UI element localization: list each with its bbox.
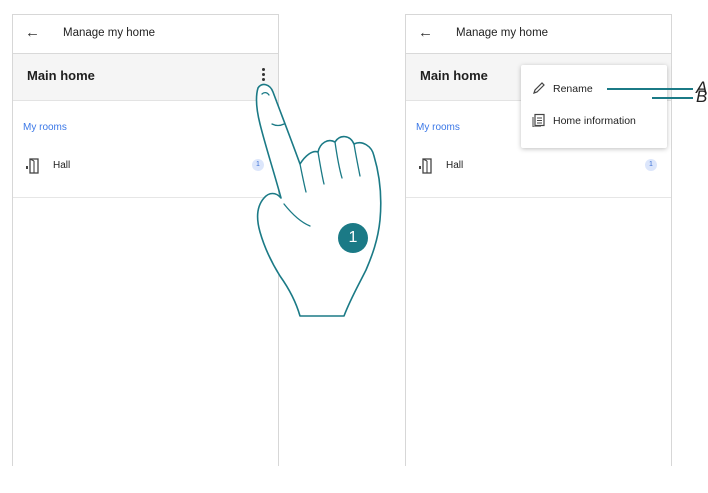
door-icon	[419, 158, 432, 174]
home-name: Main home	[27, 68, 95, 83]
home-information-menu-item[interactable]: Home information	[521, 106, 667, 136]
room-name: Hall	[446, 160, 464, 171]
top-app-bar: ← Manage my home	[406, 15, 671, 54]
left-screen: ← Manage my home Main home My rooms Hall…	[12, 14, 279, 466]
pointing-hand-illustration	[255, 83, 382, 317]
door-icon	[26, 158, 39, 174]
right-screen: ← Manage my home Main home My rooms Hall…	[405, 14, 672, 466]
my-rooms-label: My rooms	[23, 122, 67, 133]
document-icon	[532, 113, 545, 127]
back-arrow-icon[interactable]: ←	[418, 24, 433, 41]
room-row-hall[interactable]: Hall 1	[13, 137, 278, 198]
rename-label: Rename	[553, 83, 593, 95]
callout-line-b	[652, 97, 693, 99]
callout-label-b: B	[696, 87, 708, 106]
top-app-bar: ← Manage my home	[13, 15, 278, 54]
room-count-badge: 1	[645, 159, 657, 171]
page-title: Manage my home	[456, 27, 549, 39]
callout-line-a	[607, 88, 693, 90]
overflow-menu: Rename Home information	[521, 65, 667, 148]
pencil-icon	[533, 82, 545, 94]
home-information-label: Home information	[553, 115, 636, 127]
home-header: Main home	[13, 54, 278, 101]
my-rooms-label: My rooms	[416, 122, 460, 133]
home-name: Main home	[420, 68, 488, 83]
step-number-badge: 1	[338, 223, 368, 253]
room-name: Hall	[53, 160, 71, 171]
back-arrow-icon[interactable]: ←	[25, 24, 40, 41]
page-title: Manage my home	[63, 27, 156, 39]
